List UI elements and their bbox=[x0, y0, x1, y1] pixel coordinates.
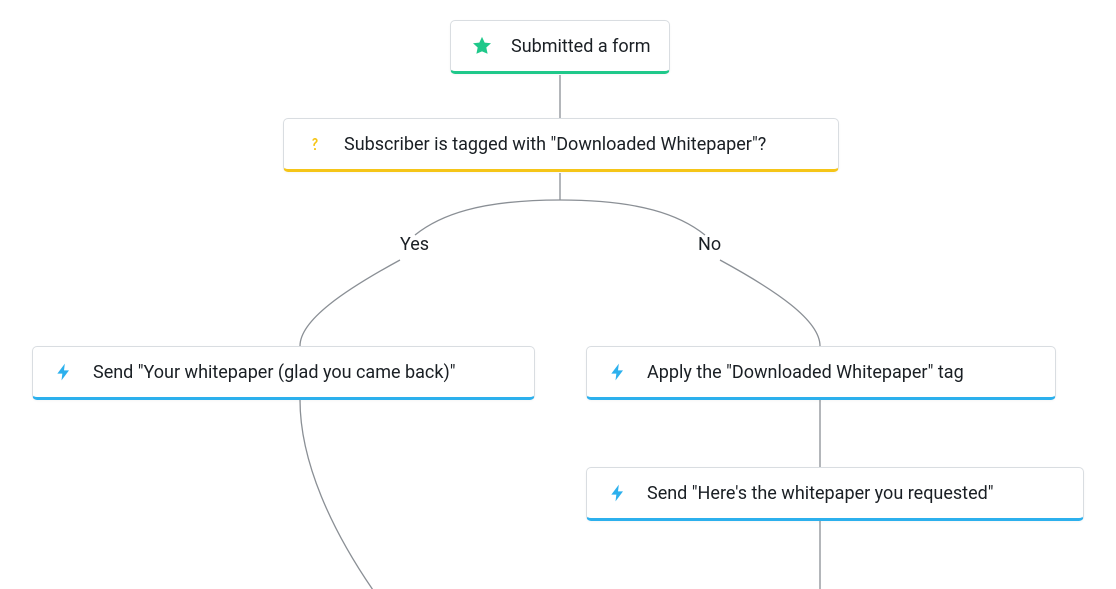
action-no-apply-tag[interactable]: Apply the "Downloaded Whitepaper" tag bbox=[586, 346, 1056, 400]
action-yes-label: Send "Your whitepaper (glad you came bac… bbox=[93, 362, 456, 383]
trigger-label: Submitted a form bbox=[511, 36, 650, 57]
bolt-icon bbox=[607, 361, 629, 383]
action-no1-label: Apply the "Downloaded Whitepaper" tag bbox=[647, 362, 964, 383]
action-yes-send[interactable]: Send "Your whitepaper (glad you came bac… bbox=[32, 346, 535, 400]
question-icon bbox=[304, 133, 326, 155]
condition-node[interactable]: Subscriber is tagged with "Downloaded Wh… bbox=[283, 118, 839, 172]
action-no-send[interactable]: Send "Here's the whitepaper you requeste… bbox=[586, 467, 1084, 521]
condition-label: Subscriber is tagged with "Downloaded Wh… bbox=[344, 134, 766, 155]
branch-no-label: No bbox=[698, 234, 721, 255]
bolt-icon bbox=[53, 361, 75, 383]
workflow-canvas: Submitted a form Subscriber is tagged wi… bbox=[0, 0, 1116, 589]
trigger-node[interactable]: Submitted a form bbox=[450, 20, 670, 74]
bolt-icon bbox=[607, 482, 629, 504]
branch-yes-label: Yes bbox=[400, 234, 429, 255]
action-no2-label: Send "Here's the whitepaper you requeste… bbox=[647, 483, 994, 504]
star-icon bbox=[471, 35, 493, 57]
